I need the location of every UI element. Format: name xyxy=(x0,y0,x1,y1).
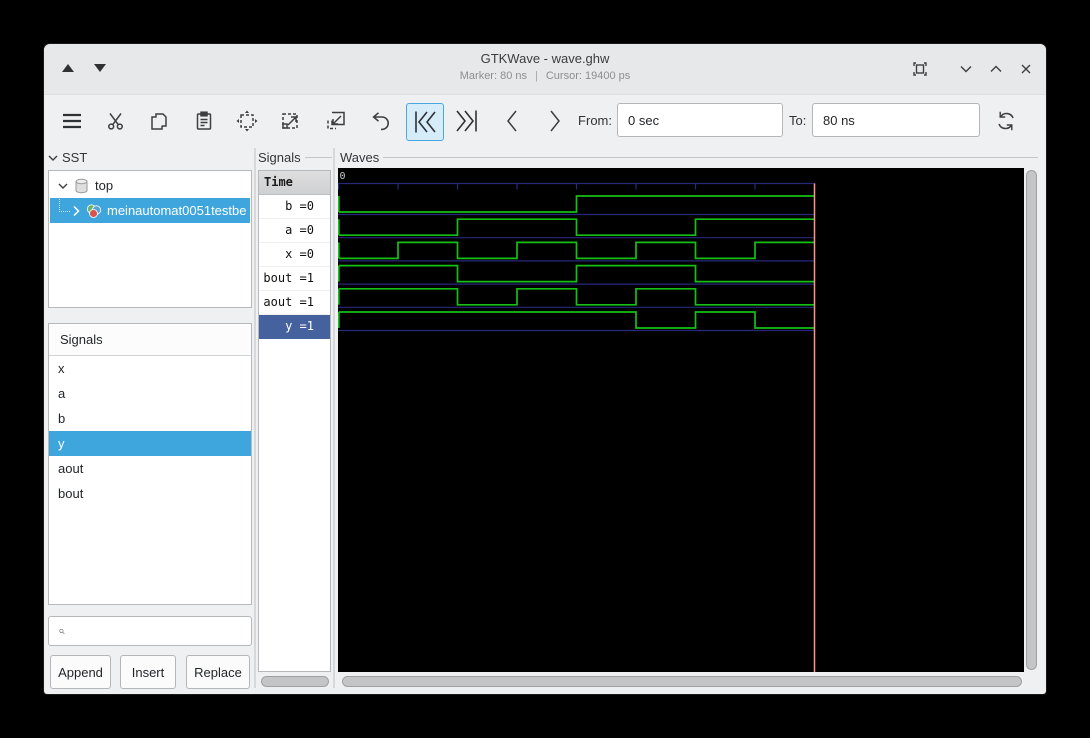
signal-list-item-x[interactable]: x xyxy=(49,356,251,381)
maximize-icon[interactable] xyxy=(984,57,1008,81)
fullscreen-icon[interactable] xyxy=(908,57,932,81)
search-input[interactable] xyxy=(71,616,251,646)
status-divider: | xyxy=(535,70,538,82)
signal-list-item-b[interactable]: b xyxy=(49,406,251,431)
gtkwave-window: GTKWave - wave.ghw Marker: 80 ns | Cursor:… xyxy=(44,44,1046,694)
cursor-status: Cursor: 19400 ps xyxy=(546,70,630,82)
append-button[interactable]: Append xyxy=(50,655,111,689)
tree-item-meinautomat[interactable]: meinautomat0051testbe xyxy=(50,198,250,223)
jump-to-end-icon[interactable] xyxy=(449,103,485,139)
tree-item-label: top xyxy=(95,178,113,193)
signal-value-row-b[interactable]: b =0 xyxy=(259,195,330,219)
jump-to-start-icon[interactable] xyxy=(406,103,444,141)
wave-trace-a xyxy=(339,219,814,235)
titlebar[interactable]: GTKWave - wave.ghw Marker: 80 ns | Cursor:… xyxy=(44,44,1046,95)
cut-icon[interactable] xyxy=(98,103,134,139)
search-box xyxy=(48,616,252,646)
wave-trace-aout xyxy=(339,289,814,305)
tree-connector xyxy=(59,199,70,212)
close-icon[interactable] xyxy=(1014,57,1038,81)
minimize-icon[interactable] xyxy=(954,57,978,81)
splitter-left[interactable] xyxy=(254,148,256,688)
search-icon xyxy=(59,624,65,639)
signals-values-panel: Time b =0a =0x =0bout =1aout =1y =1 xyxy=(258,170,331,672)
waves-frame-label: Waves xyxy=(340,150,1038,165)
wave-trace-x xyxy=(339,242,814,258)
splitter-right[interactable] xyxy=(333,148,335,688)
signal-list-panel: Signals xabyaoutbout xyxy=(48,323,252,605)
signal-value-row-x[interactable]: x =0 xyxy=(259,243,330,267)
sst-header[interactable]: SST xyxy=(48,150,108,165)
signals-hscrollbar[interactable] xyxy=(261,676,329,687)
waves-vscrollbar[interactable] xyxy=(1026,170,1037,670)
sst-tree-panel: top meinautomat0051testbe xyxy=(48,170,252,308)
signal-list-item-bout[interactable]: bout xyxy=(49,481,251,506)
insert-button[interactable]: Insert xyxy=(120,655,176,689)
signal-value-row-bout[interactable]: bout =1 xyxy=(259,267,330,291)
wave-trace-b xyxy=(339,196,814,212)
signal-value-row-a[interactable]: a =0 xyxy=(259,219,330,243)
zoom-in-icon[interactable] xyxy=(273,103,309,139)
time-header[interactable]: Time xyxy=(259,171,330,195)
signal-list-item-y[interactable]: y xyxy=(49,431,251,456)
from-label: From: xyxy=(576,113,612,128)
waveform-svg: 0 xyxy=(338,168,1024,672)
zoom-out-icon[interactable] xyxy=(318,103,354,139)
wave-trace-y xyxy=(339,312,814,328)
tree-item-label: meinautomat0051testbe xyxy=(107,203,246,218)
signal-list-rows: xabyaoutbout xyxy=(49,356,251,506)
signal-list-item-aout[interactable]: aout xyxy=(49,456,251,481)
zoom-fit-icon[interactable] xyxy=(229,103,265,139)
window-status: Marker: 80 ns | Cursor: 19400 ps xyxy=(44,70,1046,82)
copy-icon[interactable] xyxy=(141,103,177,139)
step-right-icon[interactable] xyxy=(537,103,573,139)
to-label: To: xyxy=(789,113,806,128)
waves-hscrollbar[interactable] xyxy=(342,676,1022,687)
timeline-origin-label: 0 xyxy=(340,171,346,182)
menu-icon[interactable] xyxy=(54,103,90,139)
to-input[interactable] xyxy=(812,103,980,137)
window-title: GTKWave - wave.ghw xyxy=(44,51,1046,66)
signal-list-header[interactable]: Signals xyxy=(49,324,251,356)
signal-value-rows: b =0a =0x =0bout =1aout =1y =1 xyxy=(259,195,330,339)
paste-icon[interactable] xyxy=(186,103,222,139)
reload-icon[interactable] xyxy=(988,103,1024,139)
signal-list-item-a[interactable]: a xyxy=(49,381,251,406)
desktop-background: GTKWave - wave.ghw Marker: 80 ns | Cursor:… xyxy=(0,0,1090,738)
marker-status: Marker: 80 ns xyxy=(460,70,527,82)
database-cylinder-icon xyxy=(74,178,89,194)
step-left-icon[interactable] xyxy=(494,103,530,139)
signal-value-row-aout[interactable]: aout =1 xyxy=(259,291,330,315)
undo-icon[interactable] xyxy=(363,103,399,139)
tree-item-top[interactable]: top xyxy=(50,173,250,198)
signal-value-row-y[interactable]: y =1 xyxy=(259,315,330,339)
module-icon xyxy=(85,203,102,219)
replace-button[interactable]: Replace xyxy=(186,655,250,689)
wave-canvas[interactable]: 0 xyxy=(338,168,1024,672)
signals-frame-label: Signals xyxy=(258,150,332,165)
from-input[interactable] xyxy=(617,103,783,137)
wave-trace-bout xyxy=(339,266,814,282)
